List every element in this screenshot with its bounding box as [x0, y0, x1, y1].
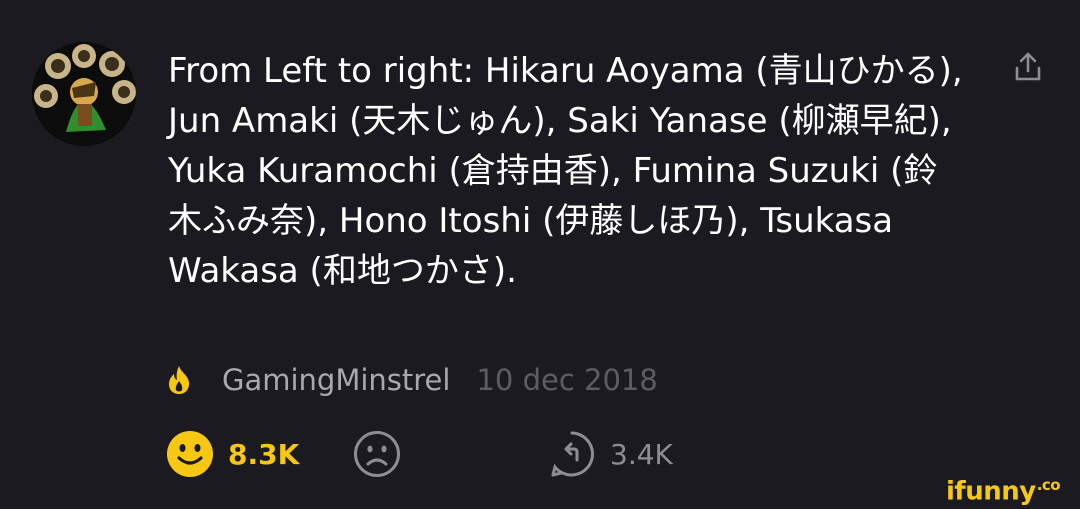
watermark-brand: ifunny — [946, 476, 1036, 507]
comment-meta: GamingMinstrel 10 dec 2018 — [166, 358, 658, 402]
watermark-suffix: .co — [1036, 476, 1061, 494]
share-icon — [1015, 52, 1041, 81]
comment-date: 10 dec 2018 — [476, 363, 658, 397]
author-username[interactable]: GamingMinstrel — [222, 363, 450, 397]
user-avatar[interactable] — [32, 42, 136, 146]
share-button[interactable] — [1011, 50, 1045, 84]
like-count: 8.3K — [228, 437, 300, 471]
dislike-button[interactable] — [353, 430, 401, 478]
republish-icon — [551, 431, 594, 477]
ifunny-watermark: ifunny.co — [946, 476, 1061, 507]
republish-button[interactable]: 3.4K — [548, 430, 673, 478]
like-button[interactable]: 8.3K — [166, 430, 299, 478]
comment-text: From Left to right: Hikaru Aoyama (青山ひかる… — [168, 51, 963, 291]
republish-count: 3.4K — [610, 437, 673, 471]
smile-icon — [167, 431, 213, 477]
sad-face-icon — [354, 431, 400, 477]
flame-icon — [169, 366, 190, 394]
avatar-image — [32, 42, 136, 146]
